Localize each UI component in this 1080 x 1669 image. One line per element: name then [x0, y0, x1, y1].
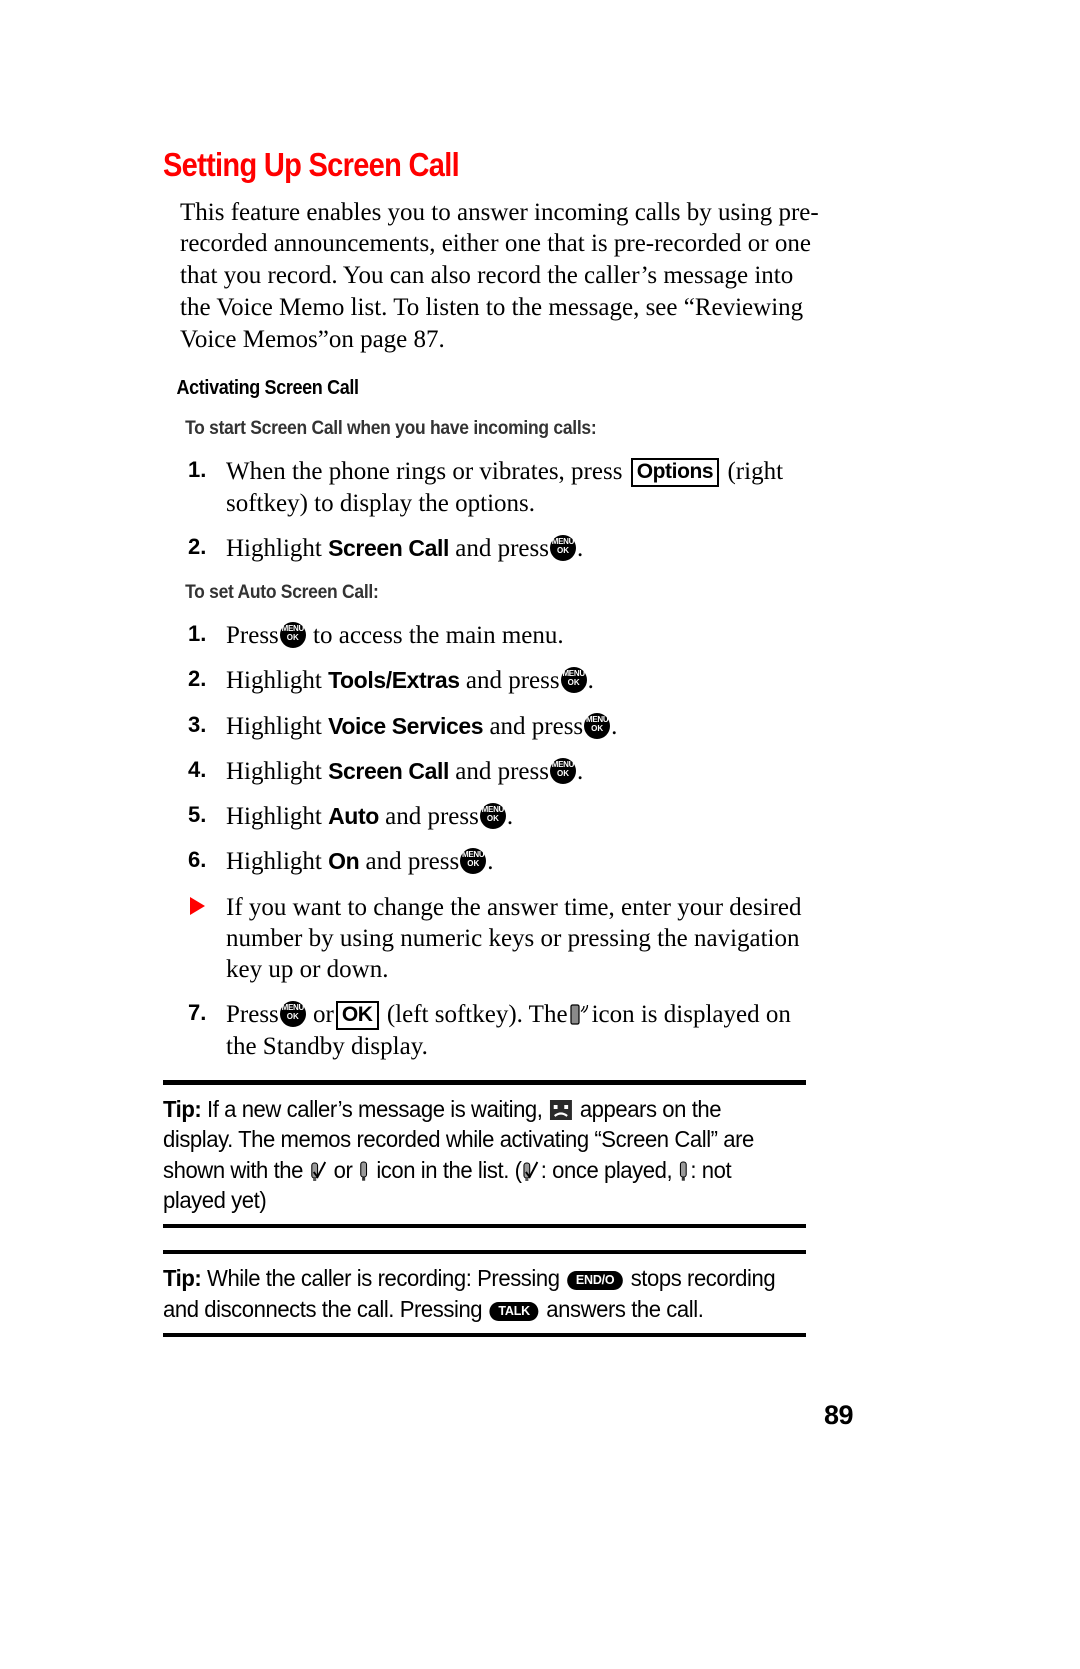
step-text-mid-2: (left softkey). The: [386, 1001, 568, 1029]
step-text: Highlight: [226, 712, 322, 740]
screen-call-icon: [569, 1002, 590, 1026]
menu-ok-key-icon[interactable]: MENU OK: [479, 803, 506, 830]
step-text-mid: and press: [385, 803, 479, 831]
menu-ok-key-icon[interactable]: MENU OK: [560, 667, 587, 694]
step-item: 1. When the phone rings or vibrates, pre…: [163, 456, 823, 519]
tip-part: answers the call.: [546, 1295, 704, 1322]
step-item: 5. Highlight Auto and press MENU OK.: [163, 801, 823, 832]
step-item: 7. Press MENU OK or OK (left softkey). The i…: [163, 999, 823, 1062]
step-text-mid: and press: [465, 667, 560, 695]
step-number: 3.: [188, 711, 207, 737]
menu-ok-key-icon[interactable]: MENU OK: [460, 848, 487, 875]
step-number: 4.: [188, 756, 207, 782]
tip-label: Tip:: [163, 1095, 202, 1122]
step-text: Highlight: [226, 757, 322, 785]
step-text-tail: .: [576, 757, 584, 785]
menu-ok-key-icon[interactable]: MENU OK: [279, 622, 306, 649]
step-text-mid: and press: [455, 534, 549, 562]
tip-part: If a new caller’s message is waiting,: [207, 1095, 543, 1122]
subheading-to-start-screen-call: To start Screen Call when you have incom…: [185, 418, 597, 440]
step-text: Press: [226, 622, 279, 650]
step-text-tail: .: [587, 667, 594, 695]
step-text: When the phone rings or vibrates, press: [226, 458, 623, 486]
step-text: Press: [226, 1001, 279, 1029]
tip-block-1: Tip: If a new caller’s message is waitin…: [163, 1085, 806, 1224]
talk-key-icon[interactable]: TALK: [489, 1301, 539, 1321]
tip-part: : once played,: [540, 1156, 673, 1183]
triangle-bullet-icon: [190, 896, 205, 915]
section-heading-activating-screen-call: Activating Screen Call: [176, 377, 360, 400]
memo-unplayed-icon: [679, 1159, 690, 1181]
end-key-icon[interactable]: END/O: [567, 1271, 624, 1291]
step-item: 2. Highlight Screen Call and press MENU OK…: [163, 533, 823, 564]
tip-part: icon in the list. (: [376, 1156, 522, 1183]
step-text-tail: .: [487, 848, 494, 876]
step-text: Highlight: [226, 848, 322, 876]
tip-gap: [163, 1228, 823, 1250]
menu-item-name: Screen Call: [328, 534, 449, 561]
options-softkey-label[interactable]: Options: [630, 458, 720, 488]
step-item: 6. Highlight On and press MENU OK.: [163, 846, 823, 877]
tip-text: Tip: While the caller is recording: Pres…: [163, 1254, 780, 1333]
menu-item-name: Voice Services: [328, 712, 484, 739]
memo-unplayed-icon: [359, 1159, 370, 1181]
step-text: Highlight: [226, 667, 322, 695]
step-text-mid: or: [313, 1001, 334, 1029]
menu-item-name: Tools/Extras: [328, 667, 460, 694]
menu-ok-key-icon[interactable]: MENU OK: [549, 534, 576, 561]
step-text-tail: to access the main menu.: [313, 622, 564, 650]
menu-item-name: On: [328, 848, 360, 875]
step-number: 2.: [188, 533, 207, 559]
page-number: 89: [824, 1400, 854, 1430]
step-text-mid: and press: [489, 712, 584, 740]
step-text-tail: .: [506, 803, 514, 831]
step-item: 2. Highlight Tools/Extras and press MENU O…: [163, 665, 823, 696]
step-text-tail: .: [576, 534, 584, 562]
step-item: 4. Highlight Screen Call and press MENU OK…: [163, 756, 823, 787]
tip-text: Tip: If a new caller’s message is waitin…: [163, 1085, 780, 1224]
tip-block-2: Tip: While the caller is recording: Pres…: [163, 1254, 806, 1333]
menu-ok-key-icon[interactable]: MENU OK: [549, 757, 576, 784]
step-text-mid: and press: [365, 848, 460, 876]
step-number: 1.: [188, 621, 207, 647]
step-text: Highlight: [226, 803, 322, 831]
memo-played-icon: [310, 1159, 327, 1181]
menu-ok-key-icon[interactable]: MENU OK: [584, 712, 611, 739]
ok-softkey-label[interactable]: OK: [335, 1001, 379, 1031]
step-number: 5.: [188, 802, 207, 828]
tip-part: or: [333, 1156, 353, 1183]
menu-ok-key-icon[interactable]: MENU OK: [279, 1001, 306, 1028]
memo-played-icon: [522, 1159, 539, 1181]
tip-divider-bottom: [163, 1333, 806, 1338]
step-number: 6.: [188, 847, 207, 873]
step-item: 3. Highlight Voice Services and press MEN…: [163, 711, 823, 742]
menu-item-name: Auto: [328, 803, 379, 830]
sad-face-icon: [550, 1097, 573, 1120]
note-item: If you want to change the answer time, e…: [163, 892, 823, 986]
step-text: Highlight: [226, 534, 322, 562]
manual-page: Setting Up Screen Call This feature enab…: [0, 0, 1080, 1669]
step-item: 1. Press MENU OK to access the main menu.: [163, 620, 823, 651]
step-number: 7.: [188, 1000, 207, 1026]
subheading-to-set-auto-screen-call: To set Auto Screen Call:: [185, 582, 379, 604]
step-text-mid: and press: [455, 757, 549, 785]
page-title: Setting Up Screen Call: [163, 146, 460, 183]
note-text: If you want to change the answer time, e…: [226, 893, 802, 984]
tip-label: Tip:: [163, 1265, 202, 1292]
step-text-tail: .: [611, 712, 618, 740]
intro-paragraph: This feature enables you to answer incom…: [180, 198, 819, 353]
tip-part: While the caller is recording: Pressing: [207, 1265, 560, 1292]
step-number: 2.: [188, 666, 207, 692]
menu-item-name: Screen Call: [328, 757, 449, 784]
page-content: Setting Up Screen Call This feature enab…: [163, 146, 823, 1338]
step-number: 1.: [188, 457, 207, 483]
